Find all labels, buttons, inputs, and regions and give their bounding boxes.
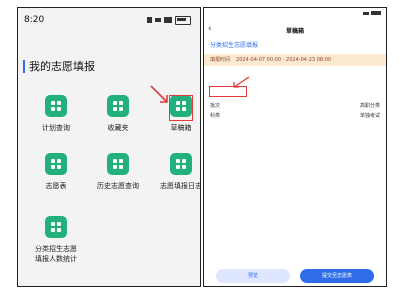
- time-label: 填报时间: [210, 57, 231, 63]
- header: ‹ 草稿箱: [204, 20, 386, 40]
- time-row: 填报时间 2024-04-07 00:00 - 2024-04-23 08:00: [204, 54, 386, 66]
- battery-icon: [175, 15, 191, 25]
- title-accent-bar: [23, 59, 25, 73]
- tile-label: 收藏夹: [107, 124, 129, 132]
- tile-label: 草稿箱: [170, 124, 192, 132]
- right-phone-screenshot: ‹ 草稿箱 分类招生志愿填报 填报时间 2024-04-07 00:00 - 2…: [203, 7, 387, 287]
- tile-label: 计划查询: [42, 124, 70, 132]
- wifi-icon: [155, 18, 161, 22]
- section-title: 分类招生志愿填报: [210, 42, 259, 49]
- status-icons: [363, 11, 381, 17]
- status-chip[interactable]: [209, 86, 247, 97]
- notification-icon: [147, 17, 152, 23]
- grid-icon: [107, 153, 129, 175]
- row-batch: 批次 高职分类: [210, 102, 380, 109]
- highlight-box: [169, 95, 193, 121]
- tile-log[interactable]: 志愿填报日志: [153, 153, 201, 191]
- tile-favorites[interactable]: 收藏夹: [90, 95, 146, 133]
- tile-statistics[interactable]: 分类招生志愿 填报人数统计: [28, 216, 84, 264]
- row-value: 高职分类: [359, 103, 380, 109]
- tile-label: 志愿填报日志: [160, 182, 201, 190]
- red-arrow-icon: [150, 85, 168, 103]
- header-title: 草稿箱: [285, 27, 304, 35]
- page-title: 我的志愿填报: [23, 58, 95, 74]
- row-key: 批次: [210, 103, 221, 109]
- status-bar: [204, 8, 386, 20]
- row-value: 单独考试: [359, 113, 380, 119]
- grid-icon: [107, 95, 129, 117]
- bottom-actions: 预览 提交至志愿表: [204, 266, 386, 286]
- tile-label: 分类招生志愿: [35, 245, 77, 253]
- tile-plan-query[interactable]: 计划查询: [28, 95, 84, 133]
- tile-history-query[interactable]: 历史志愿查询: [90, 153, 146, 191]
- grid-icon: [45, 95, 67, 117]
- tile-label-2: 填报人数统计: [35, 255, 77, 263]
- submit-button[interactable]: 提交至志愿表: [300, 269, 374, 283]
- row-category: 科类 单独考试: [210, 112, 380, 119]
- grid-icon: [45, 216, 67, 238]
- chevron-left-icon[interactable]: ‹: [208, 24, 212, 34]
- battery-icon: [371, 11, 381, 15]
- left-phone-screenshot: 8:20 我的志愿填报 计划查询 收藏夹 草稿箱 志愿表 历史志愿查询 志愿填报…: [17, 7, 201, 287]
- tile-volunteer-form[interactable]: 志愿表: [28, 153, 84, 191]
- preview-button[interactable]: 预览: [216, 269, 290, 283]
- row-key: 科类: [210, 113, 221, 119]
- signal-icon: [164, 17, 172, 23]
- grid-icon: [170, 153, 192, 175]
- time-value: 2024-04-07 00:00 - 2024-04-23 08:00: [236, 57, 332, 63]
- grid-icon: [45, 153, 67, 175]
- page-title-text: 我的志愿填报: [29, 60, 95, 73]
- tile-label: 历史志愿查询: [97, 182, 139, 190]
- tile-label: 志愿表: [45, 182, 67, 190]
- status-bar: 8:20: [18, 8, 200, 32]
- wifi-icon: [363, 12, 370, 15]
- status-time: 8:20: [24, 15, 45, 25]
- status-icons: [147, 15, 194, 25]
